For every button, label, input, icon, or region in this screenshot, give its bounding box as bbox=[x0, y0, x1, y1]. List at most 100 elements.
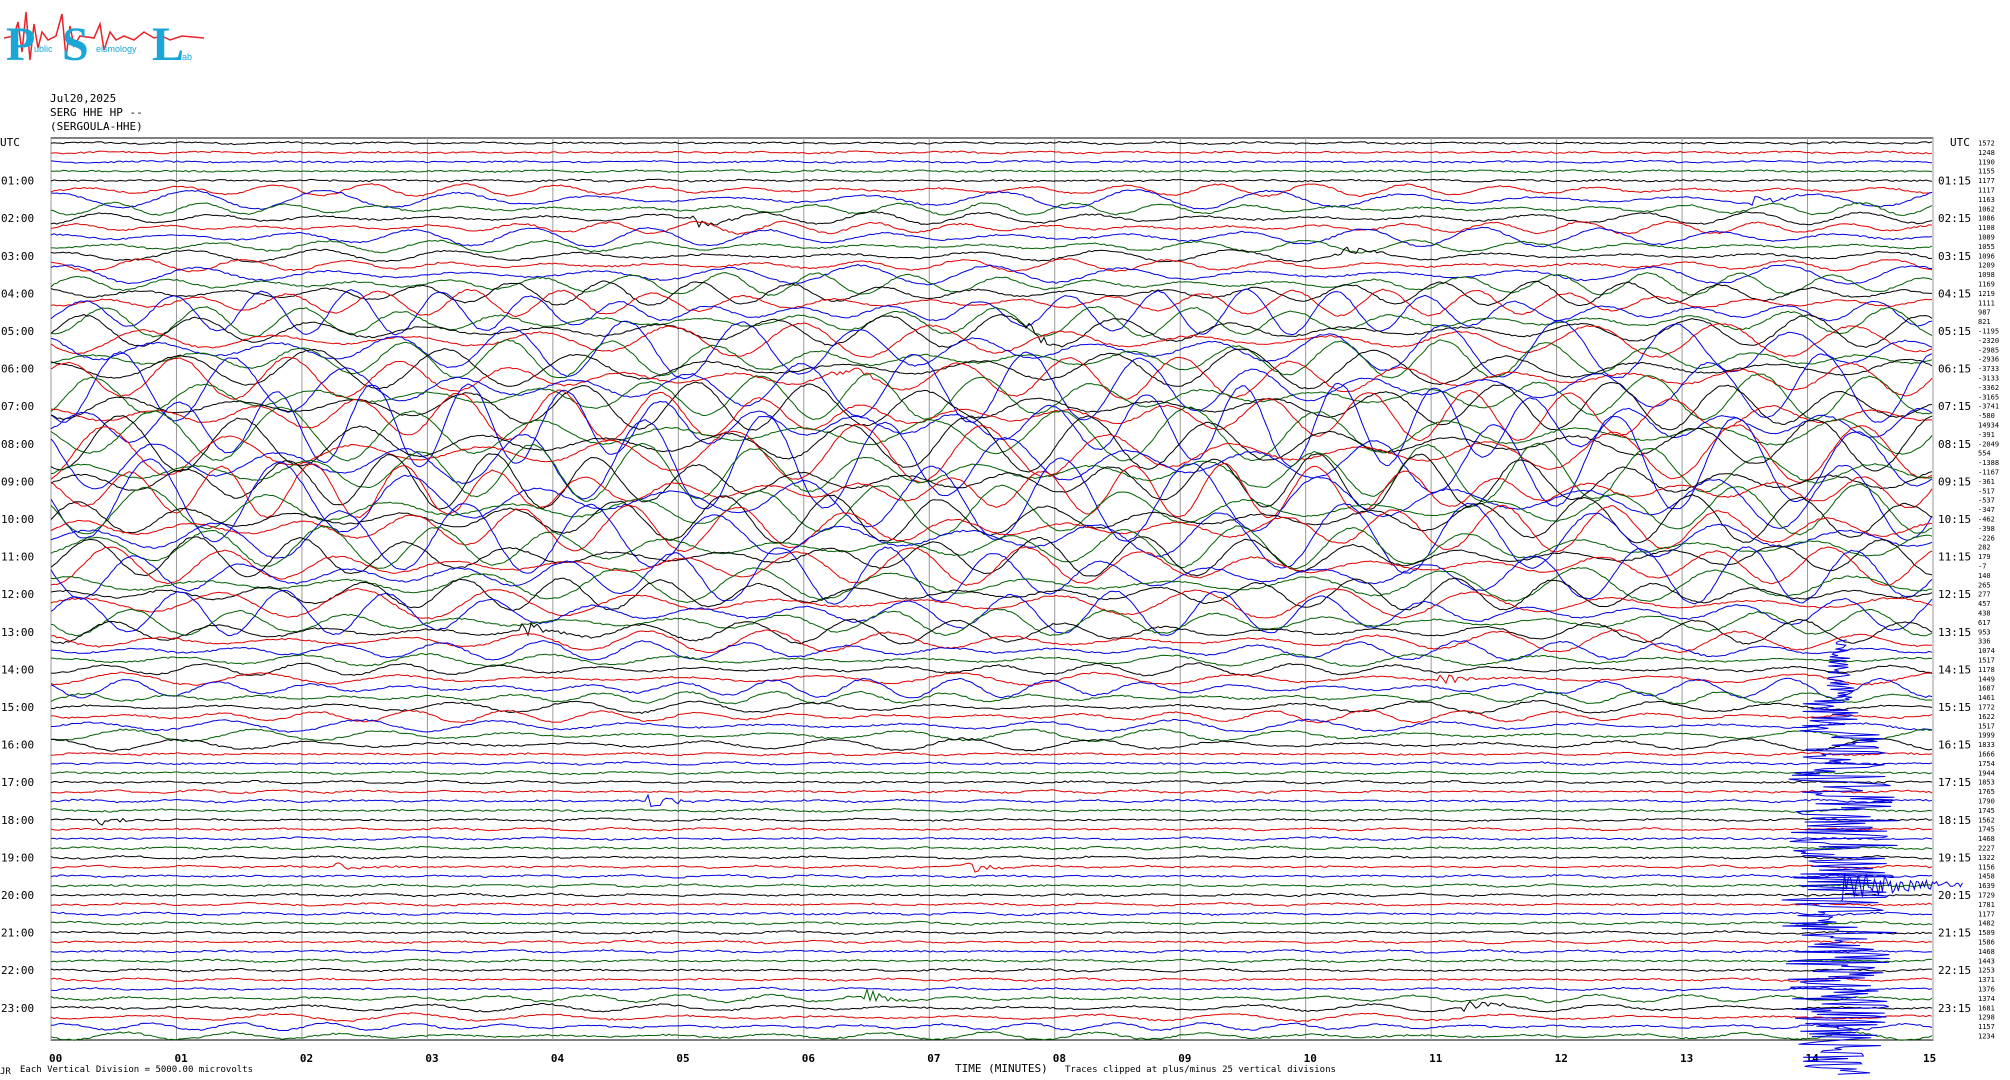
trace-offset-label: 1089 bbox=[1978, 234, 1995, 242]
trace-offset-label: -517 bbox=[1978, 487, 1995, 495]
right-hour-label: 20:15 bbox=[1938, 889, 1971, 902]
right-hour-label: 22:15 bbox=[1938, 964, 1971, 977]
trace-line bbox=[50, 854, 1932, 860]
trace-line bbox=[50, 652, 1933, 667]
trace-offset-label: 1572 bbox=[1978, 140, 1995, 148]
trace-offset-label: 1298 bbox=[1978, 1014, 1995, 1022]
left-hour-label: 12:00 bbox=[1, 588, 34, 601]
trace-line bbox=[50, 305, 1933, 338]
trace-offset-label: 265 bbox=[1978, 581, 1991, 589]
right-hour-label: 16:15 bbox=[1938, 739, 1971, 752]
left-hour-label: 03:00 bbox=[1, 250, 34, 263]
x-tick-label: 06 bbox=[802, 1052, 816, 1065]
trace-line bbox=[50, 808, 1933, 813]
left-hour-label: 02:00 bbox=[1, 212, 34, 225]
trace-offset-label: -537 bbox=[1978, 497, 1995, 505]
trace-offset-label: 1055 bbox=[1978, 243, 1995, 251]
trace-offset-label: 1754 bbox=[1978, 760, 1995, 768]
trace-line bbox=[50, 883, 1933, 888]
left-hour-label: 07:00 bbox=[1, 400, 34, 413]
right-hour-label: 23:15 bbox=[1938, 1002, 1971, 1015]
trace-line bbox=[50, 618, 1933, 645]
trace-line bbox=[51, 728, 1933, 743]
trace-offset-label: -462 bbox=[1978, 516, 1995, 524]
left-hour-label: 16:00 bbox=[1, 739, 34, 752]
trace-offset-label: 282 bbox=[1978, 544, 1991, 552]
trace-line bbox=[50, 246, 1933, 263]
x-tick-label: 09 bbox=[1178, 1052, 1191, 1065]
trace-offset-label: 1745 bbox=[1978, 807, 1995, 815]
trace-offset-label: 1108 bbox=[1978, 224, 1995, 232]
trace-offset-label: -2049 bbox=[1978, 440, 1999, 448]
x-tick-label: 11 bbox=[1429, 1052, 1443, 1065]
trace-offset-label: 1772 bbox=[1978, 704, 1995, 712]
trace-offset-label: 1853 bbox=[1978, 779, 1995, 787]
trace-offset-label: 1374 bbox=[1978, 995, 1995, 1003]
right-hour-label: 07:15 bbox=[1938, 400, 1971, 413]
trace-line bbox=[50, 169, 1933, 174]
x-tick-label: 10 bbox=[1304, 1052, 1317, 1065]
trace-offset-label: 1156 bbox=[1978, 863, 1995, 871]
trace-line bbox=[50, 1021, 1933, 1032]
trace-line bbox=[50, 967, 1932, 973]
trace-line bbox=[50, 226, 1933, 248]
trace-line bbox=[50, 1000, 1933, 1013]
trace-line bbox=[50, 987, 1933, 1004]
trace-offset-label: 1449 bbox=[1978, 675, 1995, 683]
trace-line bbox=[51, 789, 1933, 795]
trace-line bbox=[50, 949, 1933, 954]
trace-offset-label: -1195 bbox=[1978, 328, 1999, 336]
right-hour-label: 17:15 bbox=[1938, 776, 1971, 789]
trace-offset-label: 1586 bbox=[1978, 939, 1995, 947]
trace-offset-label: 1253 bbox=[1978, 967, 1995, 975]
trace-line bbox=[50, 892, 1933, 898]
left-hour-label: 06:00 bbox=[1, 363, 34, 376]
trace-line bbox=[50, 189, 1933, 210]
trace-line bbox=[50, 862, 1933, 873]
trace-line bbox=[50, 178, 1933, 183]
trace-offset-label: 1458 bbox=[1978, 873, 1995, 881]
trace-offset-label: 1509 bbox=[1978, 929, 1995, 937]
trace-line bbox=[50, 751, 1933, 757]
trace-offset-label: 554 bbox=[1978, 450, 1991, 458]
trace-offset-label: 438 bbox=[1978, 610, 1991, 618]
trace-offset-label: -3133 bbox=[1978, 375, 1999, 383]
right-hour-label: 14:15 bbox=[1938, 663, 1971, 676]
trace-offset-label: 987 bbox=[1978, 309, 1991, 317]
trace-offset-label: 457 bbox=[1978, 600, 1991, 608]
trace-line bbox=[50, 415, 1933, 473]
trace-line bbox=[50, 150, 1933, 155]
right-hour-label: 01:15 bbox=[1938, 175, 1971, 188]
x-tick-label: 04 bbox=[551, 1052, 565, 1065]
right-utc-label: UTC bbox=[1950, 136, 1970, 149]
trace-offset-label: 1461 bbox=[1978, 694, 1995, 702]
right-hour-label: 11:15 bbox=[1938, 551, 1971, 564]
trace-line bbox=[50, 986, 1933, 992]
clip-note: Traces clipped at plus/minus 25 vertical… bbox=[1065, 1065, 1336, 1075]
trace-line bbox=[50, 677, 1933, 699]
trace-offset-label: 2227 bbox=[1978, 845, 1995, 853]
right-hour-label: 19:15 bbox=[1938, 851, 1971, 864]
trace-line bbox=[50, 280, 1933, 307]
trace-offset-label: 1062 bbox=[1978, 205, 1995, 213]
trace-line bbox=[50, 382, 1933, 468]
right-hour-label: 12:15 bbox=[1938, 588, 1971, 601]
right-hour-label: 13:15 bbox=[1938, 626, 1971, 639]
trace-line bbox=[50, 348, 1933, 390]
trace-offset-label: 1833 bbox=[1978, 741, 1995, 749]
trace-offset-label: -2985 bbox=[1978, 346, 1999, 354]
minute-grid: 00 01 02 03 04 05 06 07 08 09 10 11 12 13 14 15 bbox=[49, 137, 1936, 1065]
trace-offset-label: 1482 bbox=[1978, 920, 1995, 928]
trace-offset-label: 1376 bbox=[1978, 986, 1995, 994]
trace-offset-label: 277 bbox=[1978, 591, 1991, 599]
trace-offset-label: -2320 bbox=[1978, 337, 1999, 345]
trace-offset-label: 1781 bbox=[1978, 901, 1995, 909]
trace-line bbox=[50, 911, 1933, 917]
trace-offset-label: -1167 bbox=[1978, 469, 1999, 477]
trace-line bbox=[50, 608, 1933, 637]
trace-offset-label: 140 bbox=[1978, 572, 1991, 580]
trace-offset-label: 1248 bbox=[1978, 149, 1995, 157]
trace-line bbox=[50, 220, 1933, 235]
left-hour-label: 13:00 bbox=[1, 626, 34, 639]
trace-line bbox=[50, 272, 1933, 296]
